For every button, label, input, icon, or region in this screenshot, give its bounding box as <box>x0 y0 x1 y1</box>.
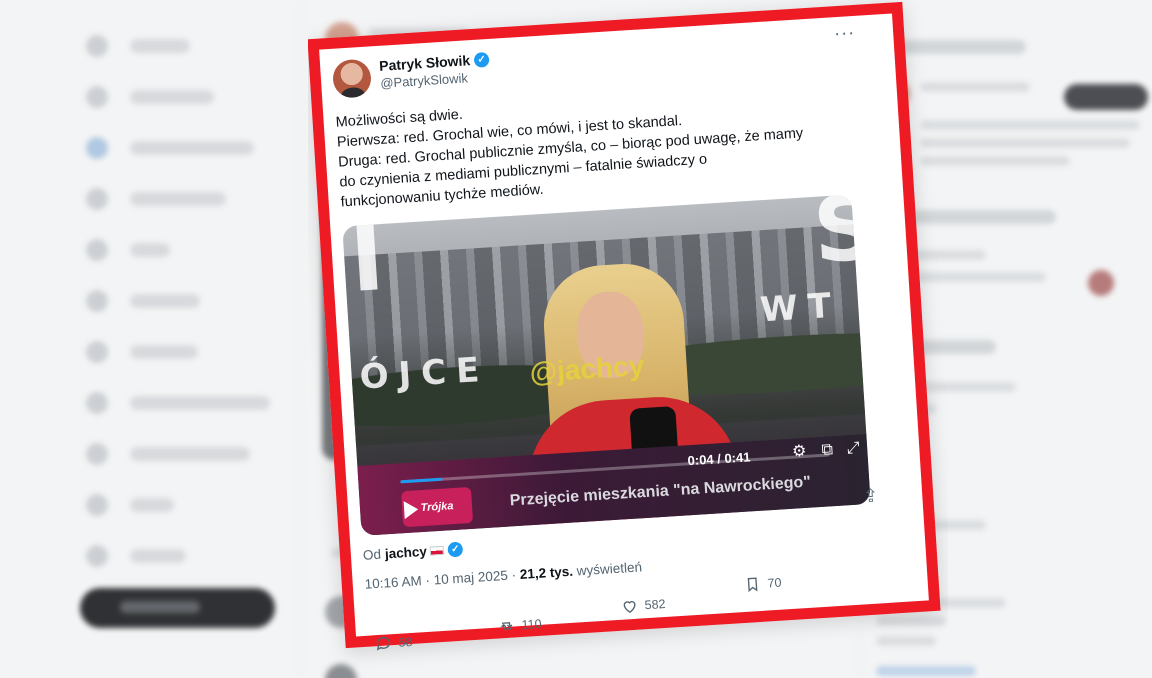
video-bg-lettering: S <box>810 194 871 284</box>
retweet-icon <box>500 622 513 630</box>
bg-nav-item <box>80 275 280 326</box>
profile-icon <box>86 493 108 516</box>
source-account-link[interactable]: jachcy <box>384 544 427 562</box>
verified-badge-icon: ✓ <box>447 541 464 558</box>
bg-nav-item <box>80 326 280 377</box>
views-count: 21,2 tys. <box>519 563 574 583</box>
bg-nav-item <box>80 173 280 224</box>
fullscreen-icon[interactable]: ⤢ <box>843 438 864 459</box>
tweet-card: ··· Patryk Słowik ✓ @PatrykSlowik Możliw… <box>308 1 941 651</box>
video-bg-word-right: WT <box>759 285 843 331</box>
reply-count: 58 <box>398 634 413 650</box>
verified-orgs-icon <box>86 442 108 465</box>
bg-avatar <box>1088 270 1114 296</box>
like-count: 582 <box>644 596 666 613</box>
more-options-icon[interactable]: ··· <box>833 22 855 44</box>
author-avatar[interactable] <box>331 58 373 99</box>
bg-post-button <box>80 588 275 628</box>
play-icon[interactable] <box>403 500 419 520</box>
poland-flag-icon <box>429 545 445 556</box>
bg-sidebar-nav <box>80 20 280 581</box>
tweet-text: Możliwości są dwie. Pierwsza: red. Groch… <box>335 78 890 212</box>
bookmark-button[interactable]: 70 <box>743 574 782 594</box>
messages-icon <box>86 187 108 210</box>
retweet-button[interactable]: 110 <box>497 615 542 636</box>
bg-nav-item <box>80 122 280 173</box>
explore-icon <box>86 85 108 108</box>
video-bg-word-left: ÓJCE <box>358 349 491 398</box>
premium-icon <box>86 289 108 312</box>
like-button[interactable]: 582 <box>620 595 666 616</box>
bg-nav-item <box>80 71 280 122</box>
tweet-timestamp[interactable]: 10:16 AM · 10 maj 2025 · <box>364 567 516 591</box>
settings-gear-icon[interactable]: ⚙ <box>789 442 810 463</box>
share-icon[interactable]: ⇪ <box>863 485 879 507</box>
communities-icon <box>86 391 108 414</box>
reply-button[interactable]: 58 <box>374 633 413 653</box>
home-icon <box>86 34 108 57</box>
source-prefix: Od <box>362 546 382 563</box>
bg-nav-item <box>80 377 280 428</box>
notifications-icon <box>86 136 108 159</box>
video-bg-lettering: I <box>347 205 398 313</box>
bg-nav-item <box>80 479 280 530</box>
bg-nav-item <box>80 20 280 71</box>
picture-in-picture-icon[interactable]: ⧉ <box>817 440 838 461</box>
bookmark-count: 70 <box>767 575 782 591</box>
grok-icon <box>86 238 108 261</box>
bookmark-icon <box>747 577 758 593</box>
reply-icon <box>376 637 391 651</box>
tweet-screenshot-frame: ··· Patryk Słowik ✓ @PatrykSlowik Możliw… <box>308 0 948 678</box>
bg-nav-item <box>80 530 280 581</box>
retweet-count: 110 <box>521 616 542 633</box>
video-player[interactable]: I S ÓJCE WT Trójka @jachcy Trójka Przeję… <box>342 194 871 536</box>
views-label: wyświetleń <box>576 559 643 579</box>
heart-icon <box>623 601 636 613</box>
verified-badge-icon: ✓ <box>473 51 490 68</box>
lists-icon <box>86 340 108 363</box>
more-icon <box>86 544 108 567</box>
bg-nav-item <box>80 428 280 479</box>
bg-nav-item <box>80 224 280 275</box>
tweet-actions: 58 110 582 70 <box>366 574 917 651</box>
